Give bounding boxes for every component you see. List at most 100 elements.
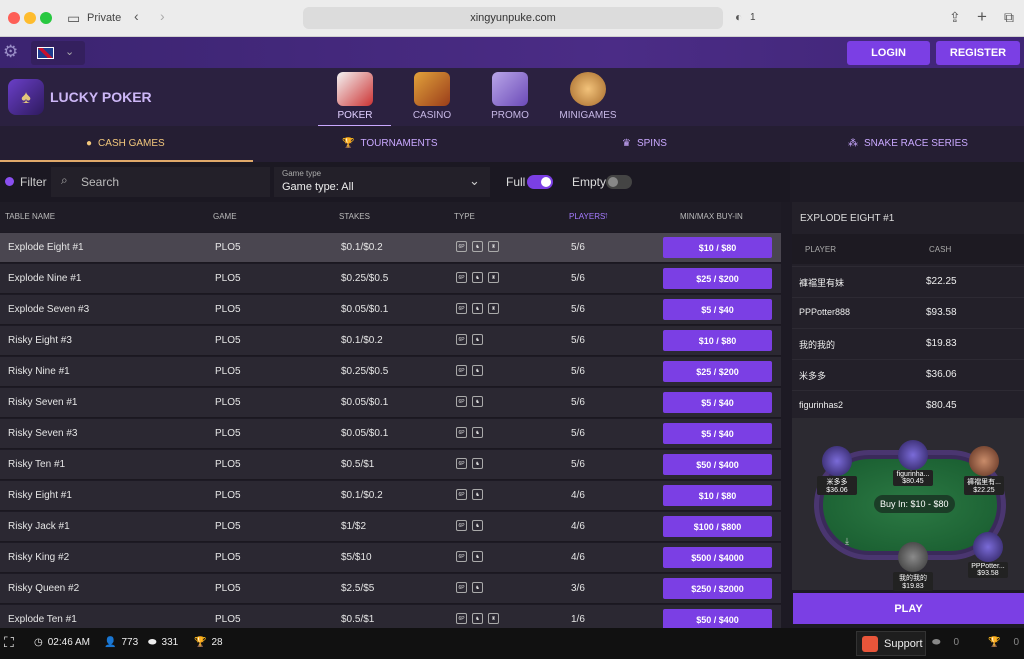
table-row[interactable]: Risky Queen #2 PLO5 $2.5/$5 3/6 6P ♞ $250 / $2… [0, 574, 781, 604]
address-bar[interactable]: xingyunpuke.com [303, 7, 723, 29]
stakes-cell: $0.05/$0.1 [341, 397, 389, 408]
buyin-button[interactable]: $100 / $800 [663, 516, 772, 537]
header-stakes[interactable]: STAKES [339, 212, 370, 221]
tab-tournaments[interactable]: 🏆 TOURNAMENTS [342, 138, 438, 149]
nav-poker[interactable]: POKER [325, 70, 385, 121]
nav-minigames[interactable]: MINIGAMES [558, 70, 618, 121]
players-cell: 5/6 [571, 242, 585, 253]
trophy-icon: 🏆 [342, 138, 355, 149]
buyin-button[interactable]: $500 / $4000 [663, 547, 772, 568]
table-name-cell: Explode Eight #1 [8, 242, 84, 253]
game-cell: PLO5 [215, 273, 241, 284]
url-text: xingyunpuke.com [470, 12, 556, 24]
empty-toggle[interactable] [606, 175, 632, 189]
buyin-button[interactable]: $250 / $2000 [663, 578, 772, 599]
table-row[interactable]: Explode Seven #3 PLO5 $0.05/$0.1 5/6 6P ♞ ♜ $5 … [0, 295, 781, 325]
table-name-cell: Risky Jack #1 [8, 521, 70, 532]
header-type[interactable]: TYPE [454, 212, 475, 221]
language-select[interactable]: ⌄ [31, 41, 85, 65]
new-tab-icon[interactable]: + [977, 7, 987, 27]
table-row[interactable]: Risky Jack #1 PLO5 $1/$2 4/6 6P ♞ $100 / $800 [0, 512, 781, 542]
header-players[interactable]: PLAYERS [569, 212, 605, 221]
buyin-button[interactable]: $50 / $400 [663, 609, 772, 630]
seat-name: 褲襠里有... [967, 479, 1001, 486]
table-row[interactable]: Risky Eight #1 PLO5 $0.1/$0.2 4/6 6P ♞ $10 / $… [0, 481, 781, 511]
shield-icon[interactable]: ◐ [735, 10, 742, 24]
filter-dot-icon [5, 177, 14, 186]
buyin-button[interactable]: $10 / $80 [663, 330, 772, 351]
nav-promo[interactable]: PROMO [480, 70, 540, 121]
login-button[interactable]: LOGIN [847, 41, 930, 65]
snake-icon: ⁂ [848, 138, 858, 149]
player-name: figurinhas2 [799, 400, 844, 410]
table-name-cell: Risky Queen #2 [8, 583, 80, 594]
horse-icon: ♞ [472, 489, 483, 500]
play-button[interactable]: PLAY [793, 593, 1024, 624]
tab-spins[interactable]: ♛ SPINS [622, 138, 667, 149]
spins-icon: ♛ [622, 138, 631, 149]
table-row[interactable]: Risky Seven #1 PLO5 $0.05/$0.1 5/6 6P ♞ $5 / $… [0, 388, 781, 418]
full-toggle[interactable] [527, 175, 553, 189]
game-type-select[interactable]: Game type Game type: All ⌄ [274, 167, 490, 197]
chips-item: ⬬ 0 [932, 637, 959, 648]
table-row[interactable]: Risky Nine #1 PLO5 $0.25/$0.5 5/6 6P ♞ $25 / $… [0, 357, 781, 387]
search-input[interactable]: ⌕ Search [51, 167, 270, 197]
settings-icon[interactable]: ⚙ [3, 42, 18, 62]
horse-icon: ♞ [472, 551, 483, 562]
table-row[interactable]: Risky Seven #3 PLO5 $0.05/$0.1 5/6 6P ♞ $5 / $… [0, 419, 781, 449]
buyin-button[interactable]: $5 / $40 [663, 299, 772, 320]
sidebar-icon[interactable]: ▭ [67, 10, 80, 27]
tabs-overview-icon[interactable]: ⧉ [1004, 9, 1014, 26]
horse-icon: ♞ [472, 458, 483, 469]
buyin-button[interactable]: $25 / $200 [663, 361, 772, 382]
register-button[interactable]: REGISTER [936, 41, 1020, 65]
filter-button[interactable]: Filter [20, 175, 47, 189]
player-cash: $19.83 [926, 338, 957, 349]
seat-name: 我的我的 [899, 575, 927, 582]
logo-text[interactable]: LUCKY POKER [50, 89, 152, 105]
tab-snake-race[interactable]: ⁂ SNAKE RACE SERIES [848, 138, 968, 149]
header-buyin[interactable]: MIN/MAX BUY-IN [680, 212, 743, 221]
share-icon[interactable]: ⇪ [949, 9, 961, 26]
support-button[interactable]: Support [856, 631, 926, 656]
download-icon[interactable]: ⤓ [845, 536, 849, 547]
toggle-knob [541, 177, 551, 187]
logo-icon[interactable]: ♠ [8, 79, 44, 115]
game-cell: PLO5 [215, 304, 241, 315]
horse-icon: ♞ [472, 365, 483, 376]
minimize-window-button[interactable] [24, 12, 36, 24]
table-row[interactable]: Explode Nine #1 PLO5 $0.25/$0.5 5/6 6P ♞ ♜ $25 … [0, 264, 781, 294]
maximize-window-button[interactable] [40, 12, 52, 24]
game-cell: PLO5 [215, 397, 241, 408]
buyin-button[interactable]: $5 / $40 [663, 392, 772, 413]
game-type-caption: Game type [282, 169, 322, 178]
buyin-button[interactable]: $50 / $400 [663, 454, 772, 475]
game-cell: PLO5 [215, 335, 241, 346]
table-name-cell: Risky Eight #1 [8, 490, 72, 501]
browser-toolbar: ▭ Private ‹ › xingyunpuke.com ◐ 1 ⇪ + ⧉ [0, 0, 1024, 37]
forward-icon[interactable]: › [160, 8, 165, 24]
table-row[interactable]: Risky Eight #3 PLO5 $0.1/$0.2 5/6 6P ♞ $10 / $… [0, 326, 781, 356]
header-game[interactable]: GAME [213, 212, 237, 221]
buyin-button[interactable]: $10 / $80 [663, 485, 772, 506]
buyin-button[interactable]: $10 / $80 [663, 237, 772, 258]
six-max-icon: 6P [456, 489, 467, 500]
table-row[interactable]: Risky Ten #1 PLO5 $0.5/$1 5/6 6P ♞ $50 / $400 [0, 450, 781, 480]
back-icon[interactable]: ‹ [134, 8, 139, 24]
table-row[interactable]: Explode Eight #1 PLO5 $0.1/$0.2 5/6 6P ♞ ♜ $10 … [0, 233, 781, 263]
trophy-icon: 🏆 [194, 637, 207, 648]
buyin-button[interactable]: $25 / $200 [663, 268, 772, 289]
nav-casino[interactable]: CASINO [402, 70, 462, 121]
header-table-name[interactable]: TABLE NAME [5, 212, 55, 221]
search-icon: ⌕ [61, 173, 68, 187]
chips-icon: ⬬ [932, 637, 941, 648]
stakes-cell: $5/$10 [341, 552, 372, 563]
seat-name: 米多多 [826, 479, 848, 486]
tab-cash-games[interactable]: ● CASH GAMES [86, 138, 165, 149]
horse-icon: ♞ [472, 582, 483, 593]
support-label: Support [884, 637, 923, 650]
close-window-button[interactable] [8, 12, 20, 24]
table-row[interactable]: Risky King #2 PLO5 $5/$10 4/6 6P ♞ $500 / $400… [0, 543, 781, 573]
fullscreen-icon[interactable]: ⛶ [4, 634, 14, 651]
buyin-button[interactable]: $5 / $40 [663, 423, 772, 444]
